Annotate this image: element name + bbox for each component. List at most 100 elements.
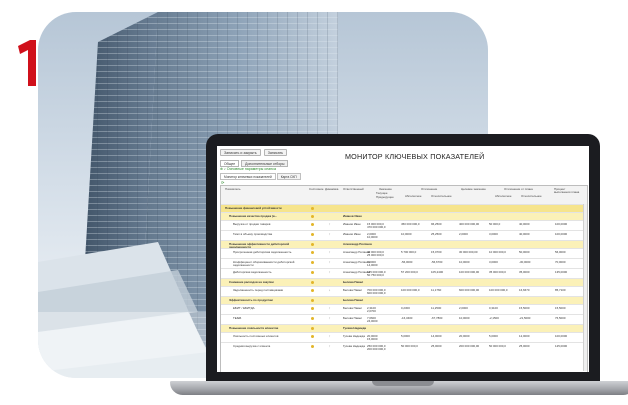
cell-pct: 70,0000: [555, 259, 566, 264]
cell-abs: -16,3400: [401, 315, 413, 320]
app-window: Записать и закрыть Записать МОНИТОР КЛЮЧ…: [217, 146, 589, 372]
cell-dyn: ↑: [329, 221, 331, 226]
status-indicator-icon: [311, 335, 315, 339]
cell-pct: 76,5000: [555, 315, 566, 320]
status-indicator-icon: [311, 289, 315, 293]
col-responsible[interactable]: Ответственный: [343, 187, 364, 191]
cell-trel: 15,5000: [519, 305, 530, 310]
cell-target: 2,0000: [459, 231, 468, 236]
cell-resp: Александр Полянов: [343, 241, 372, 246]
cell-abs: 0,2300: [401, 305, 410, 310]
save-and-close-button[interactable]: Записать и закрыть: [220, 149, 261, 156]
col-value-previous: Предыдущее: [376, 195, 394, 199]
cell-trel: 12,0000: [519, 333, 530, 338]
cell-dyn: ↑: [329, 305, 331, 310]
col-fulfilment[interactable]: Процент выполнения плана: [554, 187, 580, 195]
cell-name: Повышение финансовой устойчивости: [225, 205, 282, 210]
cell-trel: -30,0000: [519, 259, 531, 264]
cell-name: Коэффициент оборачиваемости дебиторской …: [233, 259, 295, 267]
status-indicator-icon: [311, 281, 315, 285]
table-row[interactable]: Средняя выручка с клиента ↑ Гусева Надежда…: [221, 342, 587, 353]
cell-dyn: ↓: [329, 287, 331, 292]
vertical-scrollbar[interactable]: [583, 204, 587, 371]
status-indicator-icon: [311, 299, 315, 303]
cell-dyn: ↑: [329, 315, 331, 320]
cell-resp: Гусева Надежда: [343, 333, 365, 338]
cell-tabs: 35 000 000,0: [489, 269, 506, 274]
cell-name: Темп в объему производства: [233, 231, 273, 236]
cell-rel: 96,2500: [431, 221, 442, 226]
save-button[interactable]: Записать: [263, 149, 288, 156]
tab-kpi-map[interactable]: Карта СКП: [276, 173, 301, 180]
cell-name: Повышение лояльности клиентов: [229, 325, 279, 330]
cell-tabs: 5,0000: [489, 333, 498, 338]
cell-target: 2,0000: [459, 305, 468, 310]
cell-tabs: 50 000,0: [489, 221, 501, 226]
cell-abs: 57 200 000,0: [401, 269, 418, 274]
cell-dyn: ↑: [329, 269, 331, 274]
cell-trel: 16,6670: [519, 287, 530, 292]
cell-pct: 85,7100: [555, 287, 566, 292]
cell-resp: Гусева Надежда: [343, 343, 365, 348]
cell-name: Просроченная дебиторская задолженность: [233, 249, 292, 254]
session-settings-link[interactable]: ⊕ ♪ Основные параметры сеанса: [220, 167, 276, 171]
cell-target: 30 000 000,00: [459, 249, 478, 254]
col-deviation-rel: Относительное: [431, 194, 452, 198]
cell-rel: 11,2500: [431, 305, 442, 310]
cell-resp: Иванов Иван: [343, 231, 361, 236]
cell-abs: 50 000 000,0: [401, 343, 418, 348]
cell-target: 600 000 000,00: [459, 287, 480, 292]
col-deviation[interactable]: Отклонение: [421, 187, 437, 191]
kpi-table: Показатель Состояние Динамика Ответствен…: [220, 185, 588, 372]
cell-tabs: 10 000 000,0: [489, 249, 506, 254]
cell-abs: 5 700 000,0: [401, 249, 417, 254]
cell-prev: 200 000 000,0: [367, 347, 386, 352]
cell-pct: 100,0000: [555, 221, 568, 226]
cell-tabs: 3,0000: [489, 259, 498, 264]
cell-rel: 25,2500: [431, 231, 442, 236]
cell-dyn: ↑: [329, 343, 331, 348]
status-indicator-icon: [311, 243, 315, 247]
cell-target: 20,0000: [459, 333, 470, 338]
cell-pct: 125,0000: [555, 343, 568, 348]
col-target-dev[interactable]: Отклонение от плана: [504, 187, 533, 191]
cell-pct: 100,0000: [555, 333, 568, 338]
cell-trel: 25,0000: [519, 343, 530, 348]
cell-pct: 15,5000: [555, 305, 566, 310]
cell-abs: -56,0000: [401, 259, 413, 264]
cell-resp: Белова Павел: [343, 297, 364, 302]
tab-kpi-monitor[interactable]: Монитор ключевых показателей: [220, 173, 276, 180]
status-indicator-icon: [311, 261, 315, 265]
status-indicator-icon: [311, 345, 315, 349]
col-status[interactable]: Состояние: [309, 187, 323, 191]
col-target[interactable]: Целевое значение: [461, 187, 486, 191]
cell-tabs: -2,1500: [489, 315, 499, 320]
cell-abs: 450 000 000,0: [401, 221, 420, 226]
cell-resp: Белова Павел: [343, 305, 363, 310]
col-dynamics[interactable]: Динамика: [325, 187, 338, 191]
cell-name: Средняя выручка с клиента: [233, 343, 271, 348]
status-indicator-icon: [311, 223, 315, 227]
cell-resp: Белова Павел: [343, 315, 363, 320]
cell-trel: 35,0000: [519, 269, 530, 274]
cell-rel: 15,0700: [431, 249, 442, 254]
cell-target: 10,0000: [459, 259, 470, 264]
status-indicator-icon: [311, 233, 315, 237]
tab-general[interactable]: Общее: [220, 160, 240, 167]
tab-additional-filters[interactable]: Дополнительные отборы: [241, 160, 289, 167]
cell-resp: Александр Полянов: [343, 259, 370, 264]
cell-tabs: 50 000 000,0: [489, 343, 506, 348]
col-indicator[interactable]: Показатель: [225, 187, 240, 191]
cell-tabs: 0,3100: [489, 305, 498, 310]
cell-trel: 50,0000: [519, 249, 530, 254]
cell-pct: 100,0000: [555, 231, 568, 236]
status-indicator-icon: [311, 271, 315, 275]
status-indicator-icon: [311, 207, 315, 211]
cell-name: Выручка от продаж товаров: [233, 221, 271, 226]
cell-pct: 135,0000: [555, 269, 568, 274]
cell-dyn: ↑: [329, 259, 331, 264]
col-target-dev-rel: Относительное: [521, 194, 542, 198]
cell-pct: 56,0000: [555, 249, 566, 254]
cell-resp: Иванов Иван: [343, 213, 362, 218]
status-indicator-icon: [311, 215, 315, 219]
